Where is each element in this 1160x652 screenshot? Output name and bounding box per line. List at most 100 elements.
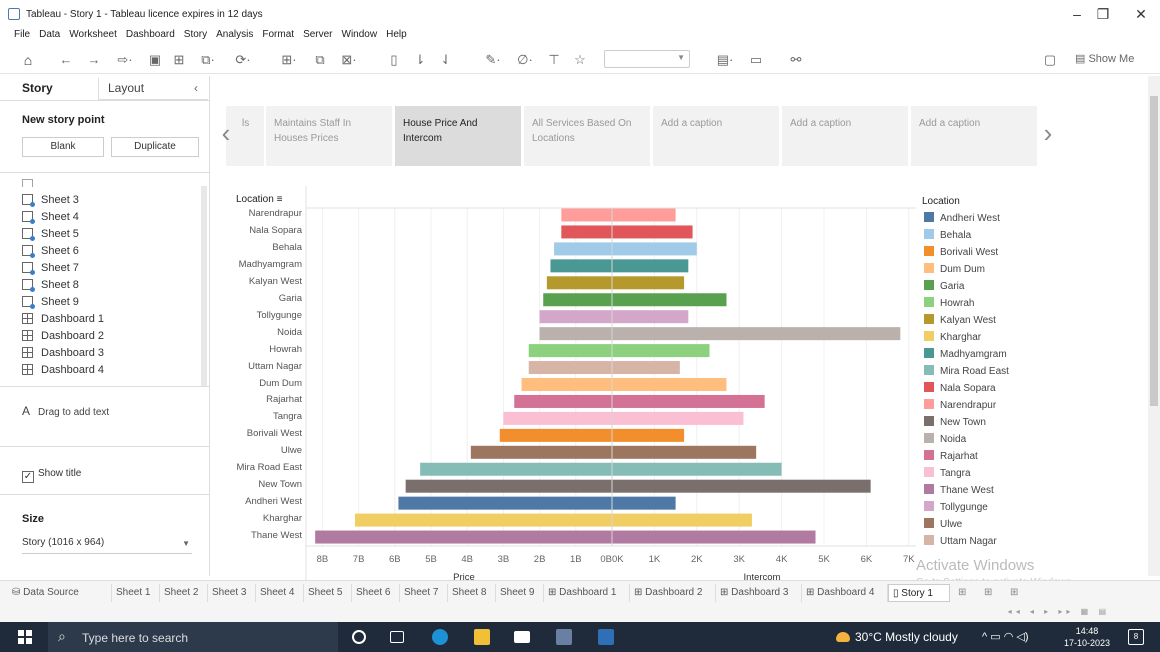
location-row-label[interactable]: Nala Sopara (226, 225, 302, 237)
refresh-icon[interactable]: ⟳· (226, 50, 260, 70)
intercom-bar[interactable] (612, 462, 782, 476)
sheet-list-item[interactable]: Sheet 7 (22, 262, 79, 279)
vertical-scrollbar[interactable] (1148, 76, 1160, 576)
price-bar[interactable] (550, 259, 612, 273)
fit-dropdown[interactable]: ▼ (604, 50, 690, 68)
weather-widget[interactable]: 30°C Mostly cloudy (836, 630, 958, 644)
location-row-label[interactable]: Narendrapur (226, 208, 302, 220)
intercom-bar[interactable] (612, 445, 757, 459)
menu-data[interactable]: Data (39, 29, 60, 40)
legend-item[interactable]: Tangra (924, 467, 971, 484)
location-row-label[interactable]: Tollygunge (226, 310, 302, 322)
sheet-tab[interactable]: ⛁ Data Source (8, 584, 112, 602)
share-icon[interactable]: ⚯ (786, 50, 806, 70)
location-row-label[interactable]: Borivali West (226, 428, 302, 440)
intercom-bar[interactable] (612, 327, 901, 341)
location-row-label[interactable]: New Town (226, 479, 302, 491)
duplicate-button[interactable]: Duplicate (111, 137, 199, 157)
legend-item[interactable]: Garia (924, 280, 964, 297)
price-bar[interactable] (514, 394, 612, 408)
home-icon[interactable]: ⌂ (18, 50, 38, 70)
sort-descending-icon[interactable]: ⇃ (436, 50, 456, 70)
sheet-list-item[interactable]: Sheet 5 (22, 228, 79, 245)
labels-icon[interactable]: ⊤ (544, 50, 564, 70)
legend-item[interactable]: Narendrapur (924, 399, 996, 416)
menu-format[interactable]: Format (262, 29, 294, 40)
sort-ascending-icon[interactable]: ⇂ (410, 50, 430, 70)
intercom-bar[interactable] (612, 479, 871, 493)
blank-button[interactable]: Blank (22, 137, 104, 157)
new-dashboard-icon[interactable]: ⊞ (980, 584, 1002, 602)
sheet-tab[interactable]: ▯ Story 1 (888, 584, 950, 602)
legend-item[interactable]: New Town (924, 416, 986, 433)
sheet-tab[interactable]: Sheet 5 (304, 584, 352, 602)
group-icon[interactable]: ▯ (384, 50, 404, 70)
price-bar[interactable] (521, 378, 613, 391)
sheet-list-item[interactable]: Sheet 4 (22, 211, 79, 228)
task-view-icon[interactable] (390, 631, 404, 643)
sheet-tab[interactable]: Sheet 7 (400, 584, 448, 602)
collapse-pane-icon[interactable]: ‹ (194, 81, 198, 95)
location-row-label[interactable]: Rajarhat (226, 394, 302, 406)
menu-story[interactable]: Story (184, 29, 207, 40)
location-row-label[interactable]: Uttam Nagar (226, 361, 302, 373)
location-row-label[interactable]: Behala (226, 242, 302, 254)
forward-icon[interactable]: → (84, 50, 104, 70)
price-bar[interactable] (528, 361, 612, 375)
tableau-taskbar-icon[interactable] (556, 629, 572, 645)
location-row-label[interactable]: Mira Road East (226, 462, 302, 474)
intercom-bar[interactable] (612, 361, 680, 375)
taskbar-search[interactable]: ⌕ Type here to search (48, 622, 338, 652)
sheet-tab[interactable]: Sheet 2 (160, 584, 208, 602)
menu-file[interactable]: File (14, 29, 30, 40)
sheet-list-item[interactable]: Sheet 8 (22, 279, 79, 296)
location-row-label[interactable]: Madhyamgram (226, 259, 302, 271)
story-point-caption[interactable]: Add a caption (653, 106, 779, 166)
show-title-checkbox[interactable]: ✓ Show title (22, 468, 81, 483)
price-bar[interactable] (539, 310, 612, 324)
intercom-bar[interactable] (612, 310, 689, 324)
new-worksheet-icon[interactable]: ⊞ (954, 584, 976, 602)
legend-item[interactable]: Howrah (924, 297, 974, 314)
price-bar[interactable] (561, 225, 612, 239)
size-dropdown[interactable]: Story (1016 x 964) ▼ (22, 534, 192, 554)
price-bar[interactable] (546, 276, 612, 290)
intercom-bar[interactable] (612, 208, 676, 222)
sheet-tab[interactable]: Sheet 4 (256, 584, 304, 602)
sheet-list-item[interactable]: Dashboard 4 (22, 364, 104, 381)
menu-server[interactable]: Server (303, 29, 332, 40)
windows-start-icon[interactable] (18, 630, 32, 644)
price-bar[interactable] (420, 462, 612, 476)
annotate-icon[interactable]: ∅· (510, 50, 540, 70)
location-row-label[interactable]: Howrah (226, 344, 302, 356)
sheet-tab[interactable]: ⊞ Dashboard 2 (630, 584, 716, 602)
location-row-label[interactable]: Noida (226, 327, 302, 339)
tab-layout[interactable]: Layout (108, 81, 144, 95)
price-bar[interactable] (405, 479, 612, 493)
sheet-tab[interactable]: Sheet 1 (112, 584, 160, 602)
price-bar[interactable] (539, 327, 612, 341)
close-button[interactable]: ✕ (1126, 4, 1156, 24)
volume-icon[interactable]: ◁) (1016, 631, 1028, 643)
menu-worksheet[interactable]: Worksheet (69, 29, 117, 40)
story-point-caption[interactable]: Add a caption (782, 106, 908, 166)
file-explorer-icon[interactable] (474, 629, 490, 645)
sheet-list-item[interactable]: Sheet 6 (22, 245, 79, 262)
legend-item[interactable]: Kharghar (924, 331, 981, 348)
legend-item[interactable]: Madhyamgram (924, 348, 1007, 365)
edge-icon[interactable] (432, 629, 448, 645)
intercom-bar[interactable] (612, 428, 685, 442)
sheet-list-scrollbar[interactable] (201, 186, 207, 386)
legend-item[interactable]: Mira Road East (924, 365, 1009, 382)
sheet-list-item[interactable]: Dashboard 2 (22, 330, 104, 347)
duplicate-sheet-icon[interactable]: ⧉· (196, 50, 220, 70)
back-icon[interactable]: ← (56, 50, 76, 70)
system-tray[interactable]: ^ ▭ ◠ ◁) (982, 630, 1029, 643)
intercom-bar[interactable] (612, 242, 697, 256)
menu-dashboard[interactable]: Dashboard (126, 29, 175, 40)
price-bar[interactable] (543, 293, 612, 307)
story-point-caption[interactable]: All Services Based On Locations (524, 106, 650, 166)
location-row-label[interactable]: Kharghar (226, 513, 302, 525)
sheet-list-item[interactable]: Sheet 9 (22, 296, 79, 313)
legend-item[interactable]: Tollygunge (924, 501, 988, 518)
